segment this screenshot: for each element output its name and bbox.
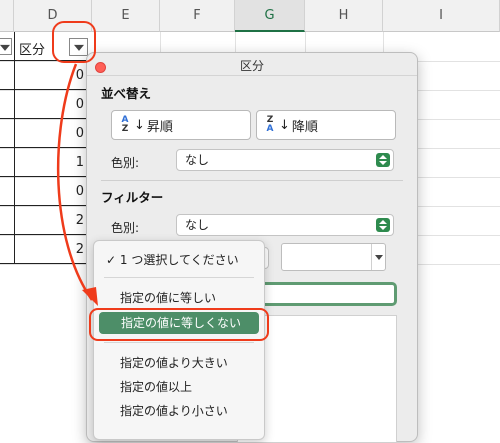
annotation-arrow (56, 63, 98, 306)
arrow-head (82, 287, 98, 306)
arrow-path (56, 63, 94, 301)
